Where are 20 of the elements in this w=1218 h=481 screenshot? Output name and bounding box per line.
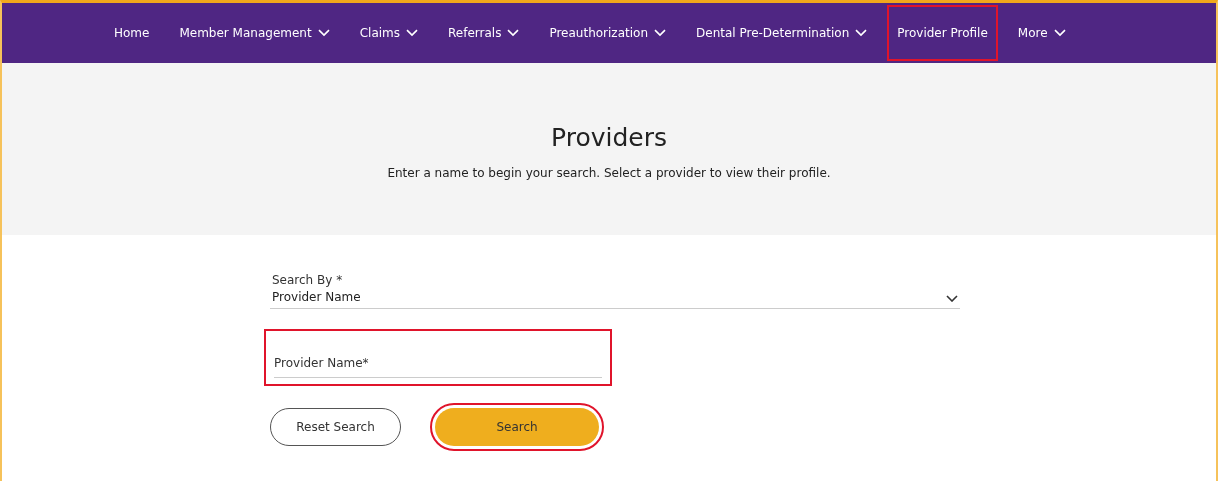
nav-link[interactable]: Provider Profile bbox=[887, 5, 998, 61]
nav-link[interactable]: Referrals bbox=[438, 5, 530, 61]
chevron-down-icon bbox=[946, 295, 958, 302]
search-by-dropdown[interactable]: Search By * Provider Name bbox=[270, 273, 960, 309]
chevron-down-icon bbox=[1053, 29, 1066, 37]
page-subtitle: Enter a name to begin your search. Select a provider to view their profile. bbox=[387, 166, 831, 180]
nav-link[interactable]: More bbox=[1007, 5, 1076, 61]
nav-link[interactable]: Claims bbox=[349, 5, 428, 61]
nav-link[interactable]: Dental Pre-Determination bbox=[686, 5, 878, 61]
chevron-down-icon bbox=[507, 29, 520, 37]
chevron-down-icon bbox=[406, 29, 418, 37]
page-title: Providers bbox=[551, 123, 667, 152]
chevron-down-icon bbox=[654, 29, 666, 37]
reset-button[interactable]: Reset Search bbox=[270, 408, 401, 446]
provider-name-field[interactable]: Provider Name* bbox=[264, 329, 612, 386]
chevron-down-icon bbox=[317, 29, 330, 37]
nav-link[interactable]: Preauthorization bbox=[539, 5, 676, 61]
nav-link[interactable]: Member Management bbox=[169, 5, 340, 61]
chevron-down-icon bbox=[855, 29, 868, 37]
nav-link[interactable]: Home bbox=[104, 5, 160, 61]
